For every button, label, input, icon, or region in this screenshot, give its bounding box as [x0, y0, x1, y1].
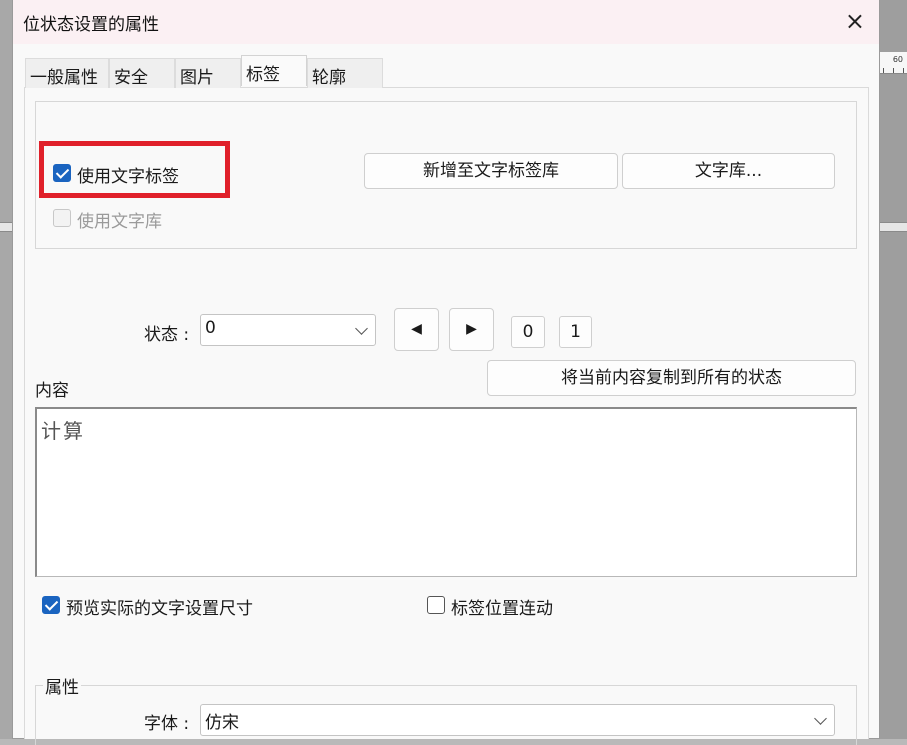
- state-label: 状态 :: [144, 325, 190, 345]
- background-ruler: 60: [880, 52, 907, 74]
- label-position-link-label: 标签位置连动: [451, 599, 553, 619]
- tab-security[interactable]: 安全: [109, 58, 175, 88]
- state-value: 0: [205, 318, 216, 338]
- state-1-button[interactable]: 1: [559, 316, 592, 348]
- preview-actual-size-label: 预览实际的文字设置尺寸: [66, 599, 253, 619]
- text-library-button[interactable]: 文字库...: [622, 153, 835, 189]
- copy-to-all-states-button[interactable]: 将当前内容复制到所有的状态: [487, 360, 856, 396]
- tab-outline[interactable]: 轮廓: [307, 58, 383, 88]
- ruler-label: 60: [892, 55, 903, 64]
- background-app-right: 60: [880, 0, 907, 739]
- title-bar: 位状态设置的属性 ×: [13, 0, 879, 44]
- highlight-box: [39, 141, 230, 198]
- label-position-link-checkbox[interactable]: [427, 596, 445, 614]
- add-to-library-button[interactable]: 新增至文字标签库: [364, 153, 618, 189]
- state-0-button[interactable]: 0: [511, 316, 545, 348]
- dialog-title: 位状态设置的属性: [23, 15, 159, 35]
- background-band: [880, 222, 907, 232]
- font-value: 仿宋: [205, 713, 239, 733]
- use-text-library-checkbox[interactable]: [53, 209, 71, 227]
- properties-dialog: 位状态设置的属性 × 一般属性 安全 图片 标签 轮廓 使用文字标签 使用文字库…: [12, 0, 880, 745]
- attributes-group-title: 属性: [43, 673, 81, 698]
- next-state-button[interactable]: ▶: [449, 308, 494, 351]
- font-label: 字体 :: [144, 714, 190, 734]
- tab-general[interactable]: 一般属性: [25, 58, 109, 88]
- background-band: [0, 222, 12, 232]
- background-app-left: [0, 0, 12, 739]
- chevron-down-icon: [814, 712, 827, 725]
- close-icon[interactable]: ×: [845, 9, 865, 33]
- preview-actual-size-checkbox[interactable]: [42, 596, 60, 614]
- chevron-down-icon: [355, 322, 368, 335]
- prev-state-button[interactable]: ◀: [394, 308, 439, 351]
- content-textarea[interactable]: 计算: [35, 407, 857, 577]
- tab-picture[interactable]: 图片: [175, 58, 241, 88]
- content-label: 内容: [35, 381, 69, 401]
- triangle-left-icon: ◀: [411, 321, 422, 337]
- content-text: 计算: [41, 419, 85, 443]
- font-select[interactable]: 仿宋: [200, 704, 835, 736]
- use-text-library-label: 使用文字库: [77, 212, 162, 232]
- state-select[interactable]: 0: [200, 314, 376, 346]
- tab-label[interactable]: 标签: [241, 55, 307, 86]
- triangle-right-icon: ▶: [466, 321, 477, 337]
